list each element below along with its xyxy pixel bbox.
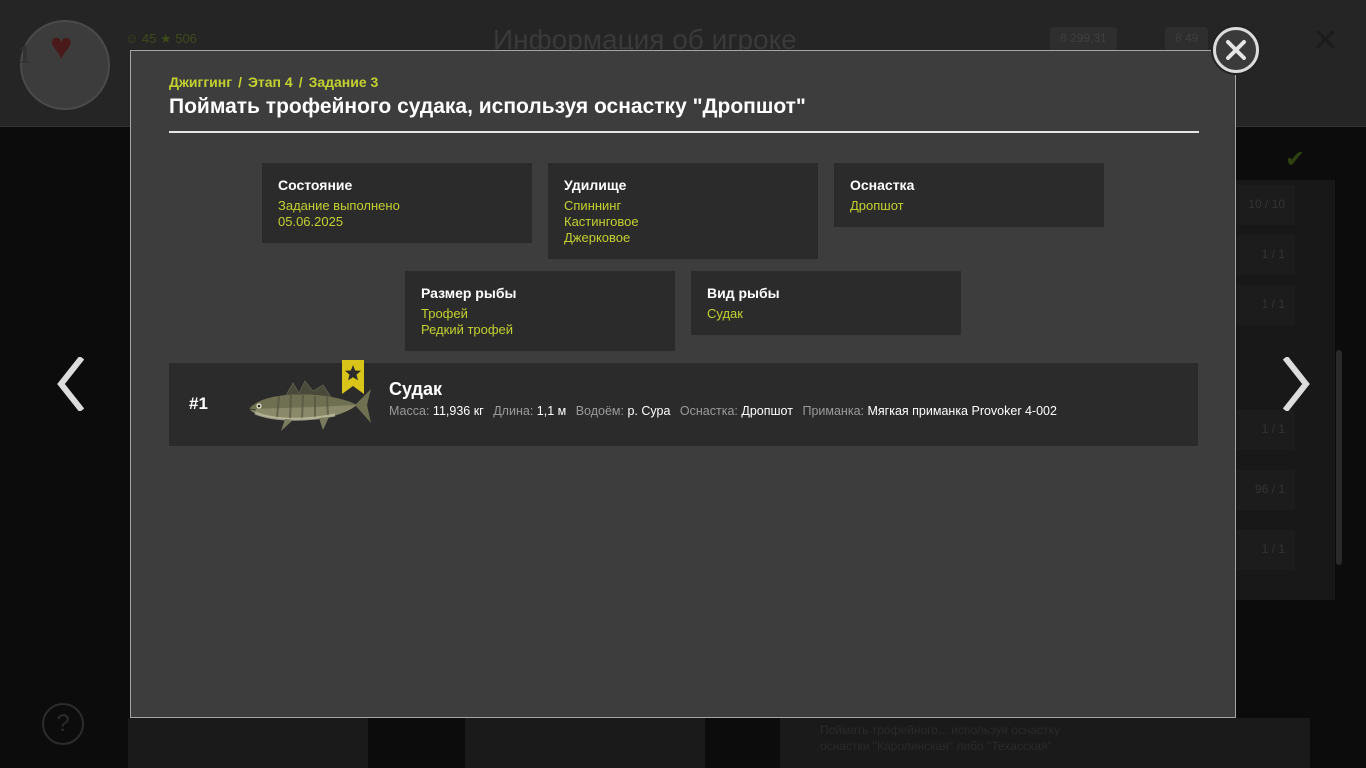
rig-card: Оснастка Дропшот [834, 163, 1104, 227]
background-task-line: оснастки "Каролинская" либо "Техасская" [820, 739, 1052, 753]
catch-fish-name: Судак [389, 379, 443, 399]
status-card: Состояние Задание выполнено 05.06.2025 [262, 163, 532, 243]
bait-value: Мягкая приманка Provoker 4-002 [867, 404, 1057, 418]
fish-size-value: Редкий трофей [421, 322, 514, 337]
breadcrumb: Джиггинг / Этап 4 / Задание 3 [169, 74, 378, 90]
rod-value: Кастинговое [564, 214, 639, 229]
background-task-line: Поймать трофейного... используя оснастку [820, 723, 1061, 737]
water-label: Водоём: [575, 404, 624, 418]
previous-task-button[interactable] [50, 352, 90, 416]
water-value: р. Сура [627, 404, 671, 418]
length-label: Длина: [493, 404, 534, 418]
status-value: Задание выполнено [278, 198, 400, 213]
background-player-avatar: ♥ 1 [18, 20, 110, 110]
fish-size-card-title: Размер рыбы [421, 285, 517, 301]
breadcrumb-separator: / [238, 74, 242, 90]
background-medal-slot [128, 718, 368, 768]
fish-type-card-title: Вид рыбы [707, 285, 780, 301]
breadcrumb-stage[interactable]: Этап 4 [248, 74, 293, 90]
rod-card-title: Удилище [564, 177, 627, 193]
mass-value: 11,936 кг [432, 404, 484, 418]
fish-type-value: Судак [707, 306, 743, 321]
rod-value: Джерковое [564, 230, 631, 245]
background-currency-gold: 8 49 [1165, 27, 1209, 51]
fish-type-card: Вид рыбы Судак [691, 271, 961, 335]
rod-card: Удилище Спиннинг Кастинговое Джерковое [548, 163, 818, 259]
background-medal-slot [465, 718, 705, 768]
rig-label: Оснастка: [679, 404, 738, 418]
next-task-button[interactable] [1277, 352, 1317, 416]
status-card-title: Состояние [278, 177, 353, 193]
breadcrumb-category[interactable]: Джиггинг [169, 74, 232, 90]
background-currency-silver: 8 299,31 [1050, 27, 1117, 51]
background-scrollbar [1336, 350, 1342, 565]
fish-size-value: Трофей [421, 306, 468, 321]
breadcrumb-separator: / [298, 74, 303, 90]
rod-value: Спиннинг [564, 198, 622, 213]
background-check-icon: ✔ [1285, 146, 1306, 173]
chevron-left-icon [57, 357, 84, 411]
rig-used-value: Дропшот [741, 404, 793, 418]
close-icon [1226, 40, 1246, 60]
catch-details: Масса: 11,936 кг Длина: 1,1 м Водоём: р.… [389, 404, 1063, 418]
task-info-modal: Джиггинг / Этап 4 / Задание 3 Поймать трофей… [130, 50, 1236, 718]
length-value: 1,1 м [536, 404, 567, 418]
background-task-description: Поймать трофейного... используя оснастку… [780, 718, 1310, 768]
fish-size-card: Размер рыбы Трофей Редкий трофей [405, 271, 675, 351]
rig-value: Дропшот [850, 198, 904, 213]
title-divider [169, 131, 1199, 133]
status-date: 05.06.2025 [278, 214, 344, 229]
chevron-right-icon [1283, 357, 1310, 411]
task-title: Поймать трофейного судака, используя осн… [169, 95, 806, 118]
mass-label: Масса: [389, 404, 430, 418]
breadcrumb-task: Задание 3 [308, 74, 379, 90]
trophy-star-badge-icon [342, 360, 364, 394]
bait-label: Приманка: [802, 404, 864, 418]
rig-card-title: Оснастка [850, 177, 915, 193]
heart-icon: ♥ [50, 26, 73, 68]
background-rank-digit: 1 [18, 40, 31, 69]
catch-record-row[interactable]: #1 Судак Масса: 11,936 кг Длина: 1,1 м В… [169, 360, 1198, 446]
help-icon: ? [42, 703, 84, 745]
background-player-stats: ☺ 45 ★ 506 [125, 31, 197, 46]
close-modal-button[interactable] [1213, 27, 1259, 73]
background-close-icon: ✕ [1312, 22, 1339, 58]
catch-rank: #1 [189, 394, 208, 413]
